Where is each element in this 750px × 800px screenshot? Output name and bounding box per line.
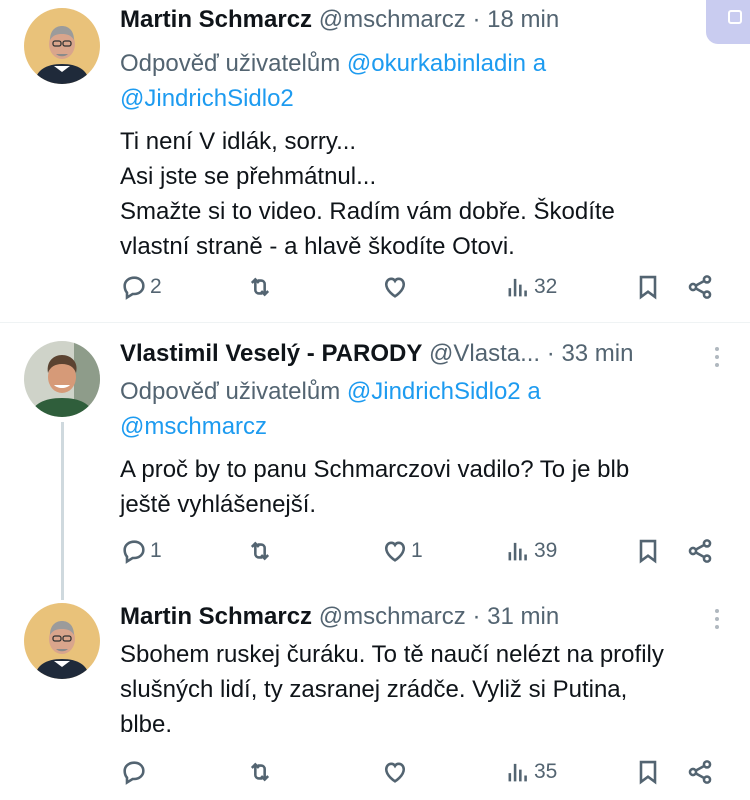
tweet-header: Martin Schmarcz @mschmarcz · 18 min: [120, 4, 720, 36]
reply-button[interactable]: 1: [120, 533, 162, 569]
tweet-header: Martin Schmarcz @mschmarcz · 31 min: [120, 601, 720, 633]
retweet-icon: [246, 758, 274, 786]
retweet-button[interactable]: [246, 754, 276, 790]
share-icon: [686, 273, 714, 301]
tweet[interactable]: Vlastimil Veselý - PARODY @Vlasta... · 3…: [0, 323, 750, 600]
avatar[interactable]: [24, 8, 100, 84]
tweet-text-line: Sbohem ruskej čuráku. To tě naučí nelézt…: [120, 641, 664, 668]
heart-icon: [381, 758, 409, 786]
like-button[interactable]: 1: [381, 533, 423, 569]
views-icon: [504, 273, 532, 301]
views-icon: [504, 537, 532, 565]
bookmark-icon: [634, 758, 662, 786]
tweet-text: A proč by to panu Schmarczovi vadilo? To…: [120, 452, 720, 522]
retweet-icon: [246, 273, 274, 301]
bookmark-button[interactable]: [634, 269, 662, 305]
reply-button[interactable]: 2: [120, 269, 162, 305]
views-count: 35: [534, 760, 558, 783]
tweet-actions: 2 32: [120, 269, 720, 305]
tweet-actions: 1 1 39: [120, 533, 720, 569]
more-options-button[interactable]: [714, 609, 720, 633]
share-icon: [686, 758, 714, 786]
tweet-text-line: Smažte si to video. Radím vám dobře. Ško…: [120, 198, 615, 225]
share-button[interactable]: [686, 754, 714, 790]
tweet-text-line: ještě vyhlášenejší.: [120, 491, 317, 518]
tweet-text-line: vlastní straně - a hlavě škodíte Otovi.: [120, 233, 515, 260]
share-button[interactable]: [686, 533, 714, 569]
author-name[interactable]: Martin Schmarcz: [120, 603, 312, 630]
reply-icon: [120, 758, 148, 786]
tweet-actions: 35: [120, 754, 720, 790]
more-icon: [714, 609, 720, 629]
reply-prefix: Odpověď uživatelům: [120, 378, 341, 405]
thread-line: [61, 422, 64, 600]
views-button[interactable]: 35: [504, 754, 557, 790]
share-icon: [686, 537, 714, 565]
timestamp[interactable]: 18 min: [487, 6, 559, 33]
author-handle[interactable]: @mschmarcz: [319, 6, 466, 33]
views-icon: [504, 758, 532, 786]
bookmark-button[interactable]: [634, 533, 662, 569]
reply-icon: [120, 273, 148, 301]
author-name[interactable]: Martin Schmarcz: [120, 6, 312, 33]
timestamp[interactable]: 31 min: [487, 603, 559, 630]
like-button[interactable]: [381, 269, 411, 305]
reply-prefix: Odpověď uživatelům: [120, 50, 341, 77]
views-count: 32: [534, 275, 558, 298]
tweet-text-line: slušných lidí, ty zasranej zrádče. Vyliž…: [120, 676, 628, 703]
tweet-text-line: Asi jste se přehmátnul...: [120, 163, 377, 190]
bookmark-icon: [634, 273, 662, 301]
views-button[interactable]: 32: [504, 269, 557, 305]
views-button[interactable]: 39: [504, 533, 557, 569]
author-handle[interactable]: @mschmarcz: [319, 603, 466, 630]
heart-icon: [381, 273, 409, 301]
reply-context: Odpověď uživatelům @okurkabinladin a @Ji…: [120, 46, 720, 116]
author-handle[interactable]: @Vlasta...: [429, 340, 540, 367]
timestamp[interactable]: 33 min: [561, 340, 633, 367]
views-count: 39: [534, 539, 558, 562]
tweet-text-line: A proč by to panu Schmarczovi vadilo? To…: [120, 456, 630, 483]
reply-count: 2: [150, 275, 162, 298]
tweet-text: Ti není V idlák, sorry... Asi jste se př…: [120, 124, 720, 264]
retweet-button[interactable]: [246, 533, 276, 569]
separator-dot: ·: [472, 603, 481, 630]
more-icon: [714, 347, 720, 367]
mention-link[interactable]: @mschmarcz: [120, 413, 267, 440]
mention-link[interactable]: @JindrichSidlo2: [347, 378, 521, 405]
mention-link[interactable]: @JindrichSidlo2: [120, 85, 294, 112]
reply-button[interactable]: [120, 754, 150, 790]
avatar[interactable]: [24, 603, 100, 679]
retweet-icon: [246, 537, 274, 565]
like-button[interactable]: [381, 754, 411, 790]
share-button[interactable]: [686, 269, 714, 305]
bookmark-icon: [634, 537, 662, 565]
mention-link[interactable]: @okurkabinladin: [347, 50, 526, 77]
tweet-header: Vlastimil Veselý - PARODY @Vlasta... · 3…: [120, 338, 720, 370]
bookmark-button[interactable]: [634, 754, 662, 790]
tweet[interactable]: Martin Schmarcz @mschmarcz · 18 min Odpo…: [0, 0, 750, 322]
reply-and: a: [527, 378, 541, 405]
tweet[interactable]: Martin Schmarcz @mschmarcz · 31 min Sboh…: [0, 583, 750, 800]
more-options-button[interactable]: [714, 347, 720, 371]
separator-dot: ·: [546, 340, 555, 367]
retweet-button[interactable]: [246, 269, 276, 305]
separator-dot: ·: [472, 6, 481, 33]
reply-context: Odpověď uživatelům @JindrichSidlo2 a @ms…: [120, 374, 720, 444]
floating-button[interactable]: [706, 0, 750, 44]
heart-icon: [381, 537, 409, 565]
reply-count: 1: [150, 539, 162, 562]
reply-and: a: [532, 50, 547, 77]
tweet-text-line: Ti není V idlák, sorry...: [120, 128, 357, 155]
avatar[interactable]: [24, 341, 100, 417]
reply-icon: [120, 537, 148, 565]
author-name[interactable]: Vlastimil Veselý - PARODY: [120, 340, 422, 367]
like-count: 1: [411, 539, 423, 562]
tweet-text: Sbohem ruskej čuráku. To tě naučí nelézt…: [120, 637, 720, 742]
square-icon: [728, 10, 742, 24]
tweet-text-line: blbe.: [120, 711, 173, 738]
